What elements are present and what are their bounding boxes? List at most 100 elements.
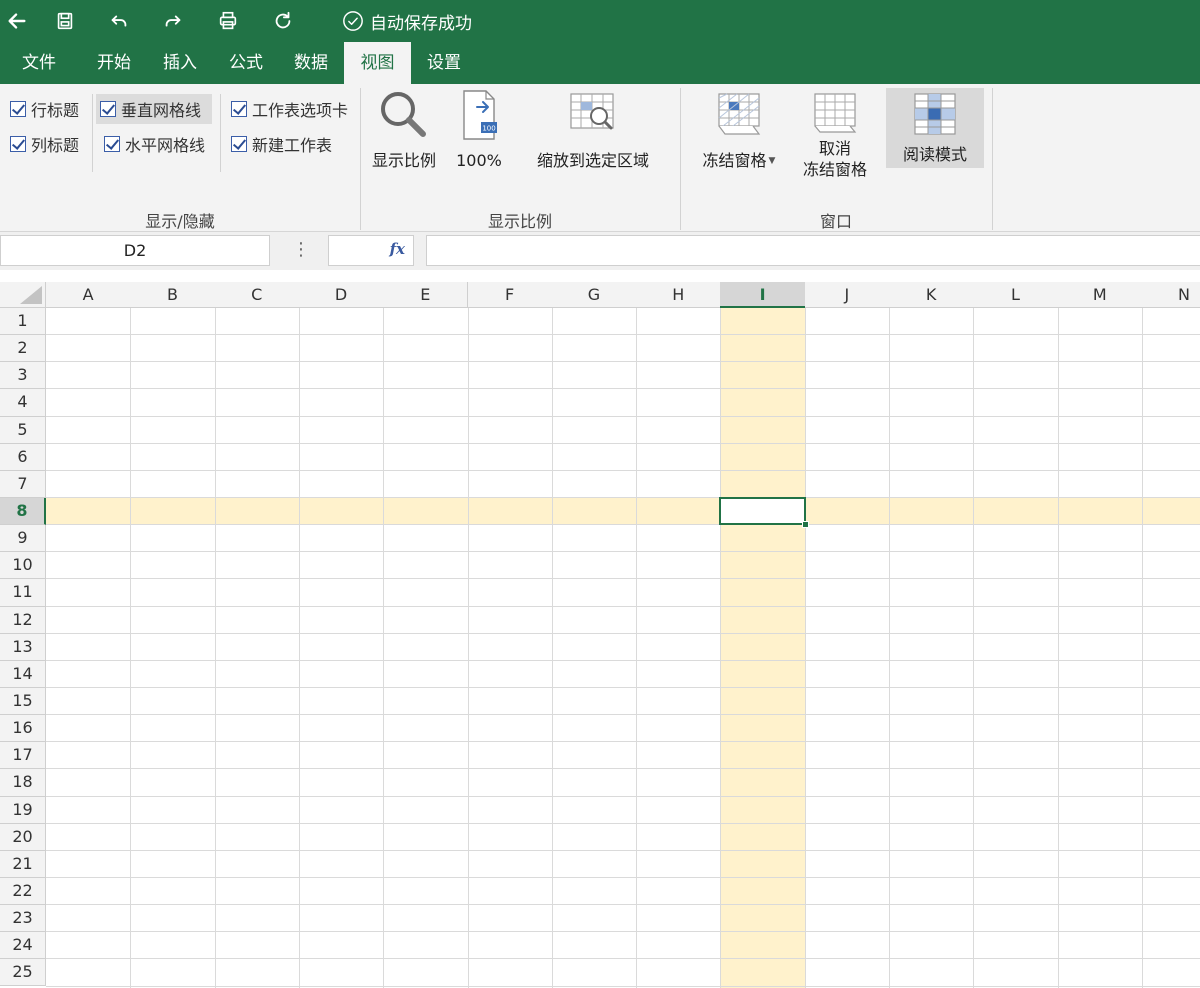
- row-header[interactable]: 7: [0, 470, 46, 498]
- gridline-horizontal: [46, 632, 1200, 634]
- formula-input[interactable]: [426, 235, 1200, 266]
- new-sheet-checkbox[interactable]: 新建工作表: [227, 131, 336, 157]
- redo-icon[interactable]: [158, 6, 188, 36]
- freeze-panes-button[interactable]: 冻结窗格 ▼: [694, 88, 784, 174]
- function-fx-icon[interactable]: fx: [390, 240, 405, 258]
- tab-data[interactable]: 数据: [279, 42, 343, 84]
- gridline-vertical: [214, 308, 216, 988]
- tab-view[interactable]: 视图: [344, 42, 411, 84]
- column-header[interactable]: F: [467, 282, 553, 308]
- row-header[interactable]: 18: [0, 769, 46, 797]
- column-header[interactable]: A: [46, 282, 132, 308]
- tab-settings[interactable]: 设置: [412, 42, 476, 84]
- name-box[interactable]: D2: [0, 235, 270, 266]
- column-header[interactable]: M: [1057, 282, 1143, 308]
- row-header[interactable]: 3: [0, 362, 46, 390]
- zoom-100-button[interactable]: 100 100%: [448, 88, 510, 174]
- gridline-vertical: [973, 308, 975, 988]
- reading-mode-label: 阅读模式: [902, 145, 967, 164]
- column-header[interactable]: J: [804, 282, 890, 308]
- column-header[interactable]: N: [1141, 282, 1200, 308]
- gridline-horizontal: [46, 931, 1200, 933]
- row-header[interactable]: 24: [0, 932, 46, 960]
- more-options-icon[interactable]: ⋮: [292, 238, 310, 262]
- divider: [92, 94, 93, 172]
- gridline-horizontal: [46, 659, 1200, 661]
- zoom-to-selection-button[interactable]: 缩放到选定区域: [528, 88, 658, 174]
- col-headers-checkbox[interactable]: 列标题: [6, 131, 83, 157]
- column-header[interactable]: E: [383, 282, 469, 308]
- autosave-status: 自动保存成功: [342, 8, 472, 34]
- row-header[interactable]: 4: [0, 389, 46, 417]
- row-header[interactable]: 8: [0, 497, 46, 526]
- gridline-horizontal: [46, 334, 1200, 336]
- column-header[interactable]: H: [636, 282, 722, 308]
- vertical-gridlines-checkbox[interactable]: 垂直网格线: [96, 94, 212, 124]
- column-header[interactable]: I: [720, 282, 806, 308]
- reading-mode-button[interactable]: 阅读模式: [886, 88, 984, 168]
- unfreeze-label-line1: 取消: [818, 139, 851, 158]
- row-header[interactable]: 6: [0, 443, 46, 471]
- checkbox-checked-icon: [104, 136, 120, 152]
- gridline-horizontal: [46, 876, 1200, 878]
- zoom-button[interactable]: 显示比例: [366, 88, 442, 174]
- gridline-horizontal: [46, 469, 1200, 471]
- row-header[interactable]: 15: [0, 687, 46, 716]
- vertical-gridlines-label: 垂直网格线: [121, 101, 202, 120]
- row-header[interactable]: 2: [0, 335, 46, 363]
- row-header[interactable]: 19: [0, 796, 46, 824]
- row-header[interactable]: 12: [0, 606, 46, 634]
- magnifier-icon: [381, 92, 426, 137]
- reading-mode-icon: [914, 93, 956, 135]
- row-header[interactable]: 5: [0, 416, 46, 444]
- row-header[interactable]: 21: [0, 850, 46, 878]
- row-header[interactable]: 23: [0, 905, 46, 933]
- column-header[interactable]: B: [130, 282, 216, 308]
- row-header[interactable]: 14: [0, 660, 46, 688]
- row-header[interactable]: 20: [0, 823, 46, 851]
- row-header[interactable]: 25: [0, 959, 46, 987]
- gridline-horizontal: [46, 442, 1200, 444]
- horizontal-gridlines-checkbox[interactable]: 水平网格线: [100, 131, 209, 157]
- row-header[interactable]: 11: [0, 579, 46, 607]
- gridline-vertical: [889, 308, 890, 988]
- sheet-tabs-checkbox[interactable]: 工作表选项卡: [227, 96, 352, 122]
- row-header[interactable]: 1: [0, 308, 46, 336]
- active-cell[interactable]: [719, 496, 809, 529]
- undo-icon[interactable]: [104, 6, 134, 36]
- column-header[interactable]: L: [973, 282, 1059, 308]
- row-header[interactable]: 16: [0, 715, 46, 743]
- gridline-horizontal: [46, 822, 1200, 824]
- row-header[interactable]: 10: [0, 552, 46, 580]
- tab-file[interactable]: 文件: [0, 42, 78, 84]
- freeze-panes-label: 冻结窗格: [702, 151, 767, 170]
- gridline-horizontal: [46, 904, 1200, 906]
- print-icon[interactable]: [213, 6, 243, 36]
- zoom-selection-icon: [570, 93, 614, 130]
- tab-insert[interactable]: 插入: [148, 42, 212, 84]
- caret-down-icon: ▼: [768, 155, 776, 166]
- column-header[interactable]: D: [298, 282, 385, 308]
- tab-formulas[interactable]: 公式: [214, 42, 278, 84]
- column-header[interactable]: K: [889, 282, 975, 308]
- insert-function-box[interactable]: fx: [328, 235, 414, 266]
- refresh-icon[interactable]: [268, 6, 298, 36]
- column-header[interactable]: C: [214, 282, 300, 308]
- page-100-icon-text: 100: [482, 125, 495, 133]
- row-header[interactable]: 13: [0, 633, 46, 661]
- row-header[interactable]: 17: [0, 742, 46, 770]
- select-all-corner[interactable]: [0, 282, 46, 308]
- fill-handle[interactable]: [801, 521, 809, 529]
- gridline-horizontal: [46, 578, 1200, 580]
- checkbox-checked-icon: [231, 136, 247, 152]
- save-icon[interactable]: [50, 6, 80, 36]
- unfreeze-panes-button[interactable]: 取消 冻结窗格: [796, 88, 874, 188]
- back-arrow-icon[interactable]: [2, 6, 32, 36]
- checkbox-checked-icon: [231, 101, 247, 117]
- row-header[interactable]: 9: [0, 525, 46, 553]
- row-header[interactable]: 22: [0, 877, 46, 906]
- row-headers-checkbox[interactable]: 行标题: [6, 96, 83, 122]
- tab-home[interactable]: 开始: [82, 42, 146, 84]
- column-header[interactable]: G: [551, 282, 638, 308]
- gridline-vertical: [1057, 308, 1059, 988]
